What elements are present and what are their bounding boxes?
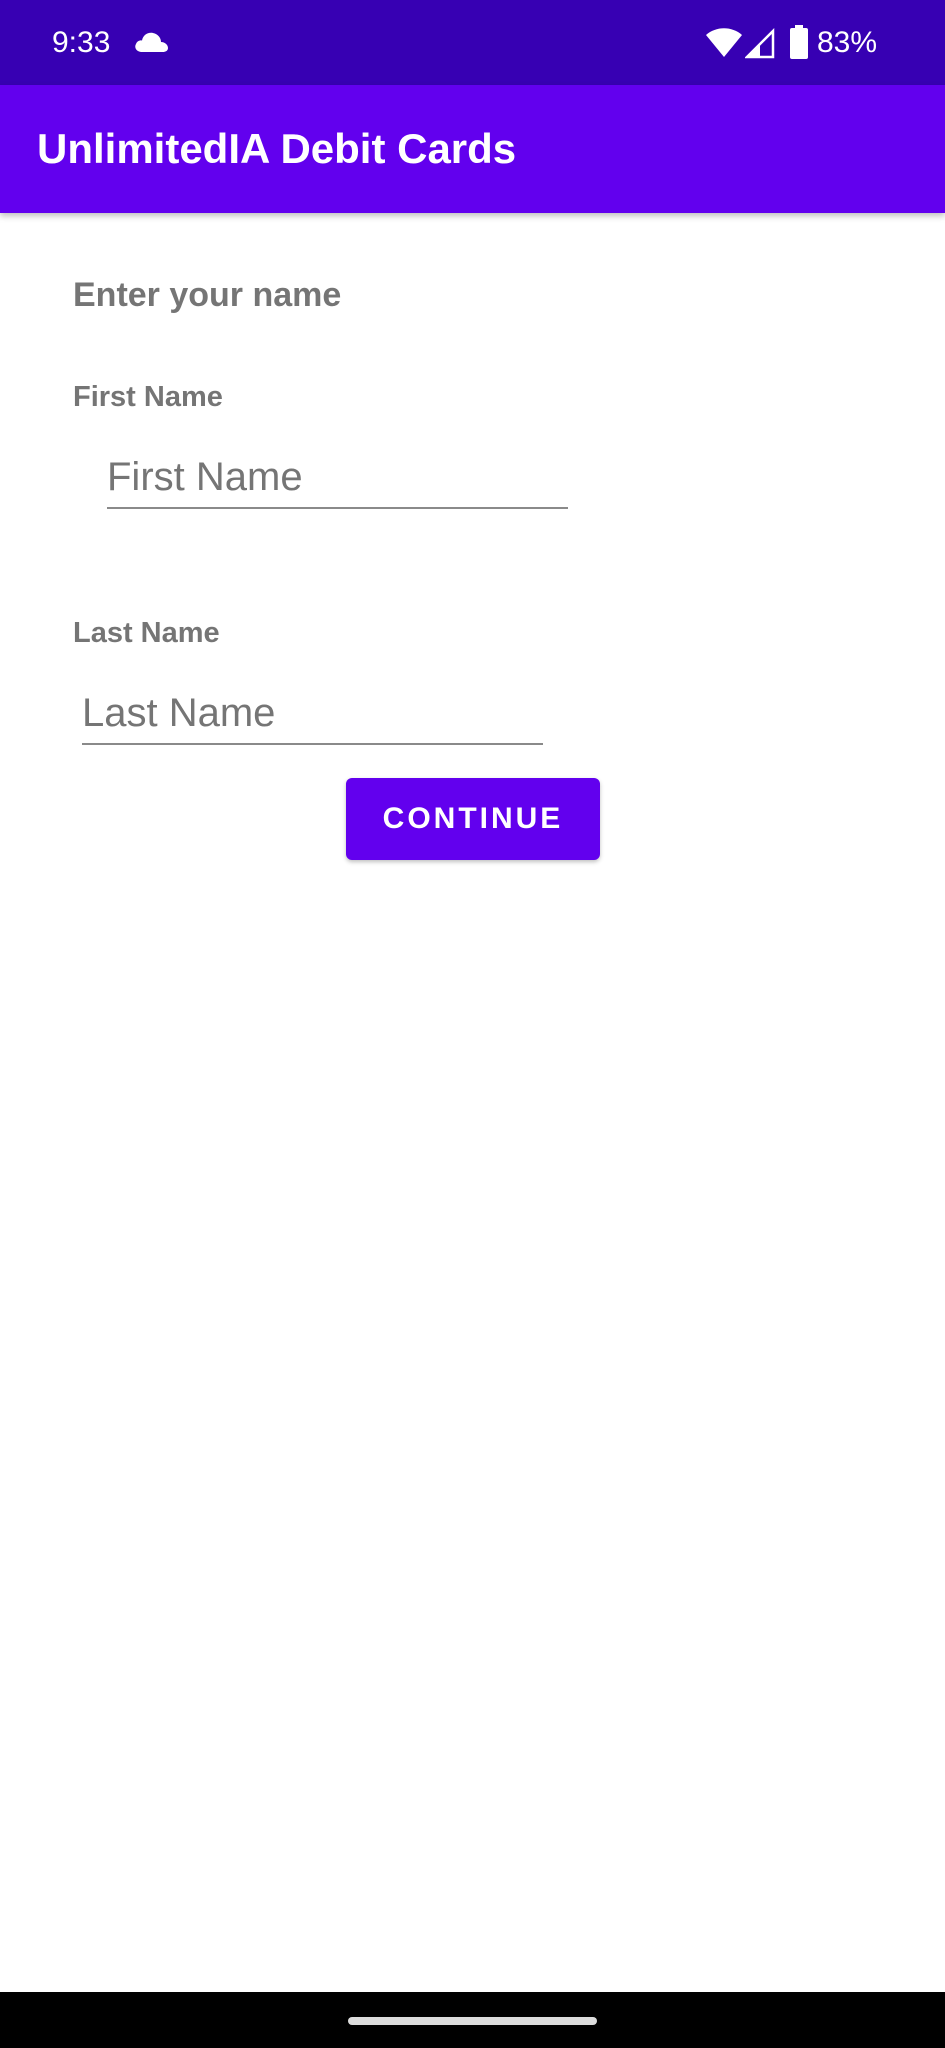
last-name-input[interactable] [82, 683, 543, 745]
status-time: 9:33 [52, 26, 111, 59]
app-title: UnlimitedIA Debit Cards [37, 125, 517, 172]
last-name-label: Last Name [73, 617, 220, 649]
battery-percentage: 83% [817, 26, 878, 59]
navigation-bar [0, 1992, 945, 2048]
continue-button[interactable]: CONTINUE [346, 778, 600, 860]
wifi-icon [705, 27, 743, 59]
cloud-icon [133, 30, 169, 54]
first-name-input[interactable] [107, 447, 568, 509]
home-gesture-handle[interactable] [348, 2017, 597, 2025]
cell-signal-icon [743, 27, 775, 59]
first-name-label: First Name [73, 381, 223, 413]
form-heading: Enter your name [73, 276, 342, 314]
app-bar: UnlimitedIA Debit Cards [0, 85, 945, 213]
battery-icon [789, 25, 809, 60]
status-bar: 9:33 83% [0, 0, 945, 85]
